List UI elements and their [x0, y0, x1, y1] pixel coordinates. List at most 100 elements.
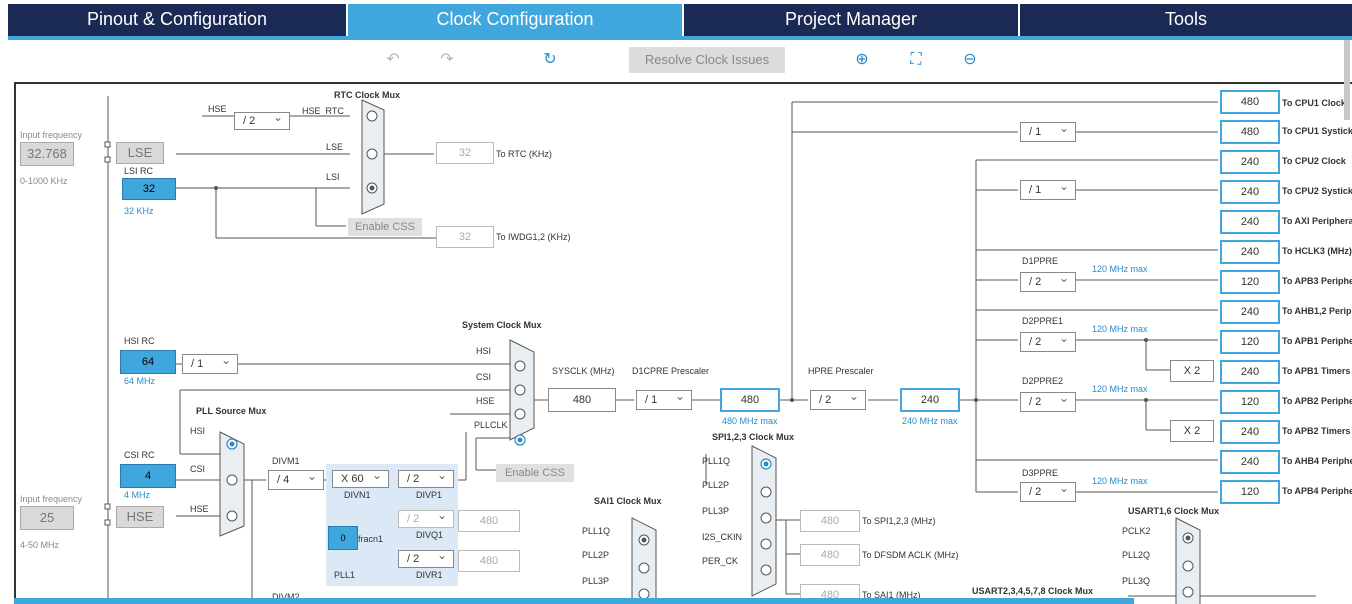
pll-in-csi: CSI	[190, 464, 206, 474]
output-cpu2-systick-label: To CPU2 Systick	[1282, 186, 1352, 196]
output-cpu1-systick-label: To CPU1 Systick	[1282, 126, 1352, 136]
output-ahb12-label: To AHB1,2 Peripherals	[1282, 306, 1352, 316]
output-cpu1-clock[interactable]: 480	[1220, 90, 1280, 114]
d2ppre2-label: D2PPRE2	[1022, 376, 1064, 386]
hsi-divider-select[interactable]: / 1	[182, 351, 238, 374]
output-hclk3-label: To HCLK3 (MHz)	[1282, 246, 1352, 256]
lse-source-box: LSE	[116, 142, 164, 164]
divp1-label: DIVP1	[416, 490, 443, 500]
zoom-in-icon[interactable]: ⊕	[852, 50, 872, 70]
spi-in-per: PER_CK	[702, 556, 739, 566]
cpu-freq-field[interactable]: 480	[720, 388, 780, 412]
divr1-label: DIVR1	[416, 570, 443, 580]
divp1-select[interactable]: / 2	[398, 467, 454, 488]
dfsdm-output-value[interactable]: 480	[800, 544, 860, 566]
sai-in-pll2p: PLL2P	[582, 550, 610, 560]
output-apb1-timers[interactable]: 240	[1220, 360, 1280, 384]
divm1-select[interactable]: / 4	[268, 467, 324, 490]
output-hclk3[interactable]: 240	[1220, 240, 1280, 264]
hpre-select[interactable]: / 2	[810, 387, 866, 410]
undo-icon[interactable]: ↶	[383, 50, 403, 70]
d2ppre1-max-label: 120 MHz max	[1092, 324, 1148, 334]
divr1-output[interactable]: 480	[458, 550, 520, 572]
sai-in-pll1q: PLL1Q	[582, 526, 611, 536]
clock-tree-wires	[104, 96, 1316, 604]
zoom-out-icon[interactable]: ⊖	[960, 50, 980, 70]
apb2-timer-multiplier: X 2	[1170, 420, 1214, 442]
resolve-clock-issues-button[interactable]: Resolve Clock Issues	[629, 47, 785, 73]
rtc-output-value[interactable]: 32	[436, 142, 494, 164]
output-apb1-label: To APB1 Peripherals	[1282, 336, 1352, 346]
fracn1-field[interactable]: 0	[328, 526, 358, 550]
fit-screen-icon[interactable]: ⛶	[906, 50, 926, 70]
cpu-max-label: 480 MHz max	[722, 416, 778, 426]
hsi-label: HSI RC	[124, 336, 155, 346]
sysclk-value-field[interactable]: 480	[548, 388, 616, 412]
rtc-hse-divider-select[interactable]: / 2	[234, 109, 290, 130]
output-axi[interactable]: 240	[1220, 210, 1280, 234]
spi-in-pll3p: PLL3P	[702, 506, 730, 516]
divn1-select[interactable]: X 60	[332, 467, 389, 488]
tab-tools[interactable]: Tools	[1020, 4, 1352, 36]
tab-pinout[interactable]: Pinout & Configuration	[8, 4, 348, 36]
tab-clock-configuration[interactable]: Clock Configuration	[348, 4, 684, 36]
output-apb2[interactable]: 120	[1220, 390, 1280, 414]
rtc-hse-label: HSE	[208, 104, 227, 114]
d2ppre2-select[interactable]: / 2	[1020, 389, 1076, 412]
hse-input-frequency-field[interactable]: 25	[20, 506, 74, 530]
rtc-enable-css-button[interactable]: Enable CSS	[348, 218, 422, 236]
redo-icon[interactable]: ↷	[437, 50, 457, 70]
output-apb1[interactable]: 120	[1220, 330, 1280, 354]
hclk-freq-field[interactable]: 240	[900, 388, 960, 412]
iwdg-output-value[interactable]: 32	[436, 226, 494, 248]
d3ppre-max-label: 120 MHz max	[1092, 476, 1148, 486]
d2ppre2-max-label: 120 MHz max	[1092, 384, 1148, 394]
lsi-label: LSI RC	[124, 166, 154, 176]
lse-input-frequency-field[interactable]: 32.768	[20, 142, 74, 166]
hse-input-label: Input frequency	[20, 494, 83, 504]
divq1-select[interactable]: / 2	[398, 507, 454, 528]
output-cpu1-clock-label: To CPU1 Clock	[1282, 98, 1346, 108]
usart16-in-pll3q: PLL3Q	[1122, 576, 1151, 586]
d2ppre1-select[interactable]: / 2	[1020, 329, 1076, 352]
top-tab-bar: Pinout & Configuration Clock Configurati…	[8, 4, 1352, 36]
spi-output-value[interactable]: 480	[800, 510, 860, 532]
divm1-label: DIVM1	[272, 456, 300, 466]
sysclk-label: SYSCLK (MHz)	[552, 366, 615, 376]
spi-in-pll2p: PLL2P	[702, 480, 730, 490]
horizontal-scrollbar[interactable]	[14, 598, 1134, 604]
output-apb3[interactable]: 120	[1220, 270, 1280, 294]
d1ppre-label: D1PPRE	[1022, 256, 1059, 266]
output-cpu1-systick[interactable]: 480	[1220, 120, 1280, 144]
sys-in-pllclk: PLLCLK	[474, 420, 508, 430]
output-apb2-label: To APB2 Peripherals	[1282, 396, 1352, 406]
output-ahb12[interactable]: 240	[1220, 300, 1280, 324]
tab-project-manager[interactable]: Project Manager	[684, 4, 1020, 36]
divr1-select[interactable]: / 2	[398, 547, 454, 568]
divq1-output[interactable]: 480	[458, 510, 520, 532]
vertical-scrollbar[interactable]	[1344, 40, 1350, 120]
output-cpu2-systick[interactable]: 240	[1220, 180, 1280, 204]
d1ppre-max-label: 120 MHz max	[1092, 264, 1148, 274]
output-apb2-timers[interactable]: 240	[1220, 420, 1280, 444]
tab-underline	[8, 36, 1352, 40]
output-cpu2-clock[interactable]: 240	[1220, 150, 1280, 174]
cpu1-systick-divider-select[interactable]: / 1	[1020, 119, 1076, 142]
usart16-in-pclk2: PCLK2	[1122, 526, 1151, 536]
output-apb3-label: To APB3 Peripherals	[1282, 276, 1352, 286]
hpre-label: HPRE Prescaler	[808, 366, 874, 376]
output-ahb4[interactable]: 240	[1220, 450, 1280, 474]
d1cpre-select[interactable]: / 1	[636, 387, 692, 410]
system-enable-css-button[interactable]: Enable CSS	[496, 464, 574, 482]
d3ppre-select[interactable]: / 2	[1020, 479, 1076, 502]
refresh-icon[interactable]: ↻	[540, 50, 560, 70]
lsi-freq-label: 32 KHz	[124, 206, 154, 216]
system-mux-title: System Clock Mux	[462, 320, 542, 330]
dfsdm-output-label: To DFSDM ACLK (MHz)	[862, 550, 959, 560]
output-apb4[interactable]: 120	[1220, 480, 1280, 504]
divn1-label: DIVN1	[344, 490, 371, 500]
sys-in-csi: CSI	[476, 372, 492, 382]
clock-tree-canvas: Input frequency 32.768 0-1000 KHz LSE LS…	[14, 82, 1352, 604]
cpu2-systick-divider-select[interactable]: / 1	[1020, 177, 1076, 200]
d1ppre-select[interactable]: / 2	[1020, 269, 1076, 292]
